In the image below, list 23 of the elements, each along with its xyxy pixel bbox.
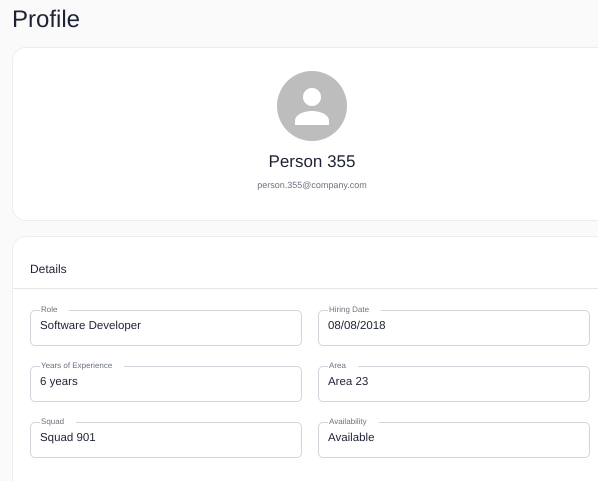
field-value: Software Developer: [40, 319, 141, 334]
field-value: Available: [328, 431, 374, 446]
field-label: Availability: [328, 417, 368, 427]
field-value: Area 23: [328, 375, 368, 390]
text-field[interactable]: Squad Squad 901: [30, 417, 302, 458]
field-label: Role: [40, 305, 58, 315]
details-title: Details: [29, 261, 68, 278]
text-field[interactable]: Area Area 23: [318, 361, 590, 402]
person-name: Person 355: [268, 151, 356, 173]
field-value: 6 years: [40, 375, 78, 390]
text-field[interactable]: Hiring Date 08/08/2018: [318, 305, 590, 346]
avatar-icon: [277, 71, 347, 141]
field-label: Years of Experience: [40, 361, 114, 371]
field-value: Squad 901: [40, 431, 96, 446]
text-field[interactable]: Years of Experience 6 years: [30, 361, 302, 402]
text-field[interactable]: Availability Available: [318, 417, 590, 458]
field-label: Area: [328, 361, 347, 371]
text-field[interactable]: Role Software Developer: [30, 305, 302, 346]
field-value: 08/08/2018: [328, 319, 386, 334]
person-email: person.355@company.com: [257, 179, 367, 192]
field-label: Hiring Date: [328, 305, 370, 315]
field-label: Squad: [40, 417, 66, 427]
page-title: Profile: [12, 5, 80, 35]
